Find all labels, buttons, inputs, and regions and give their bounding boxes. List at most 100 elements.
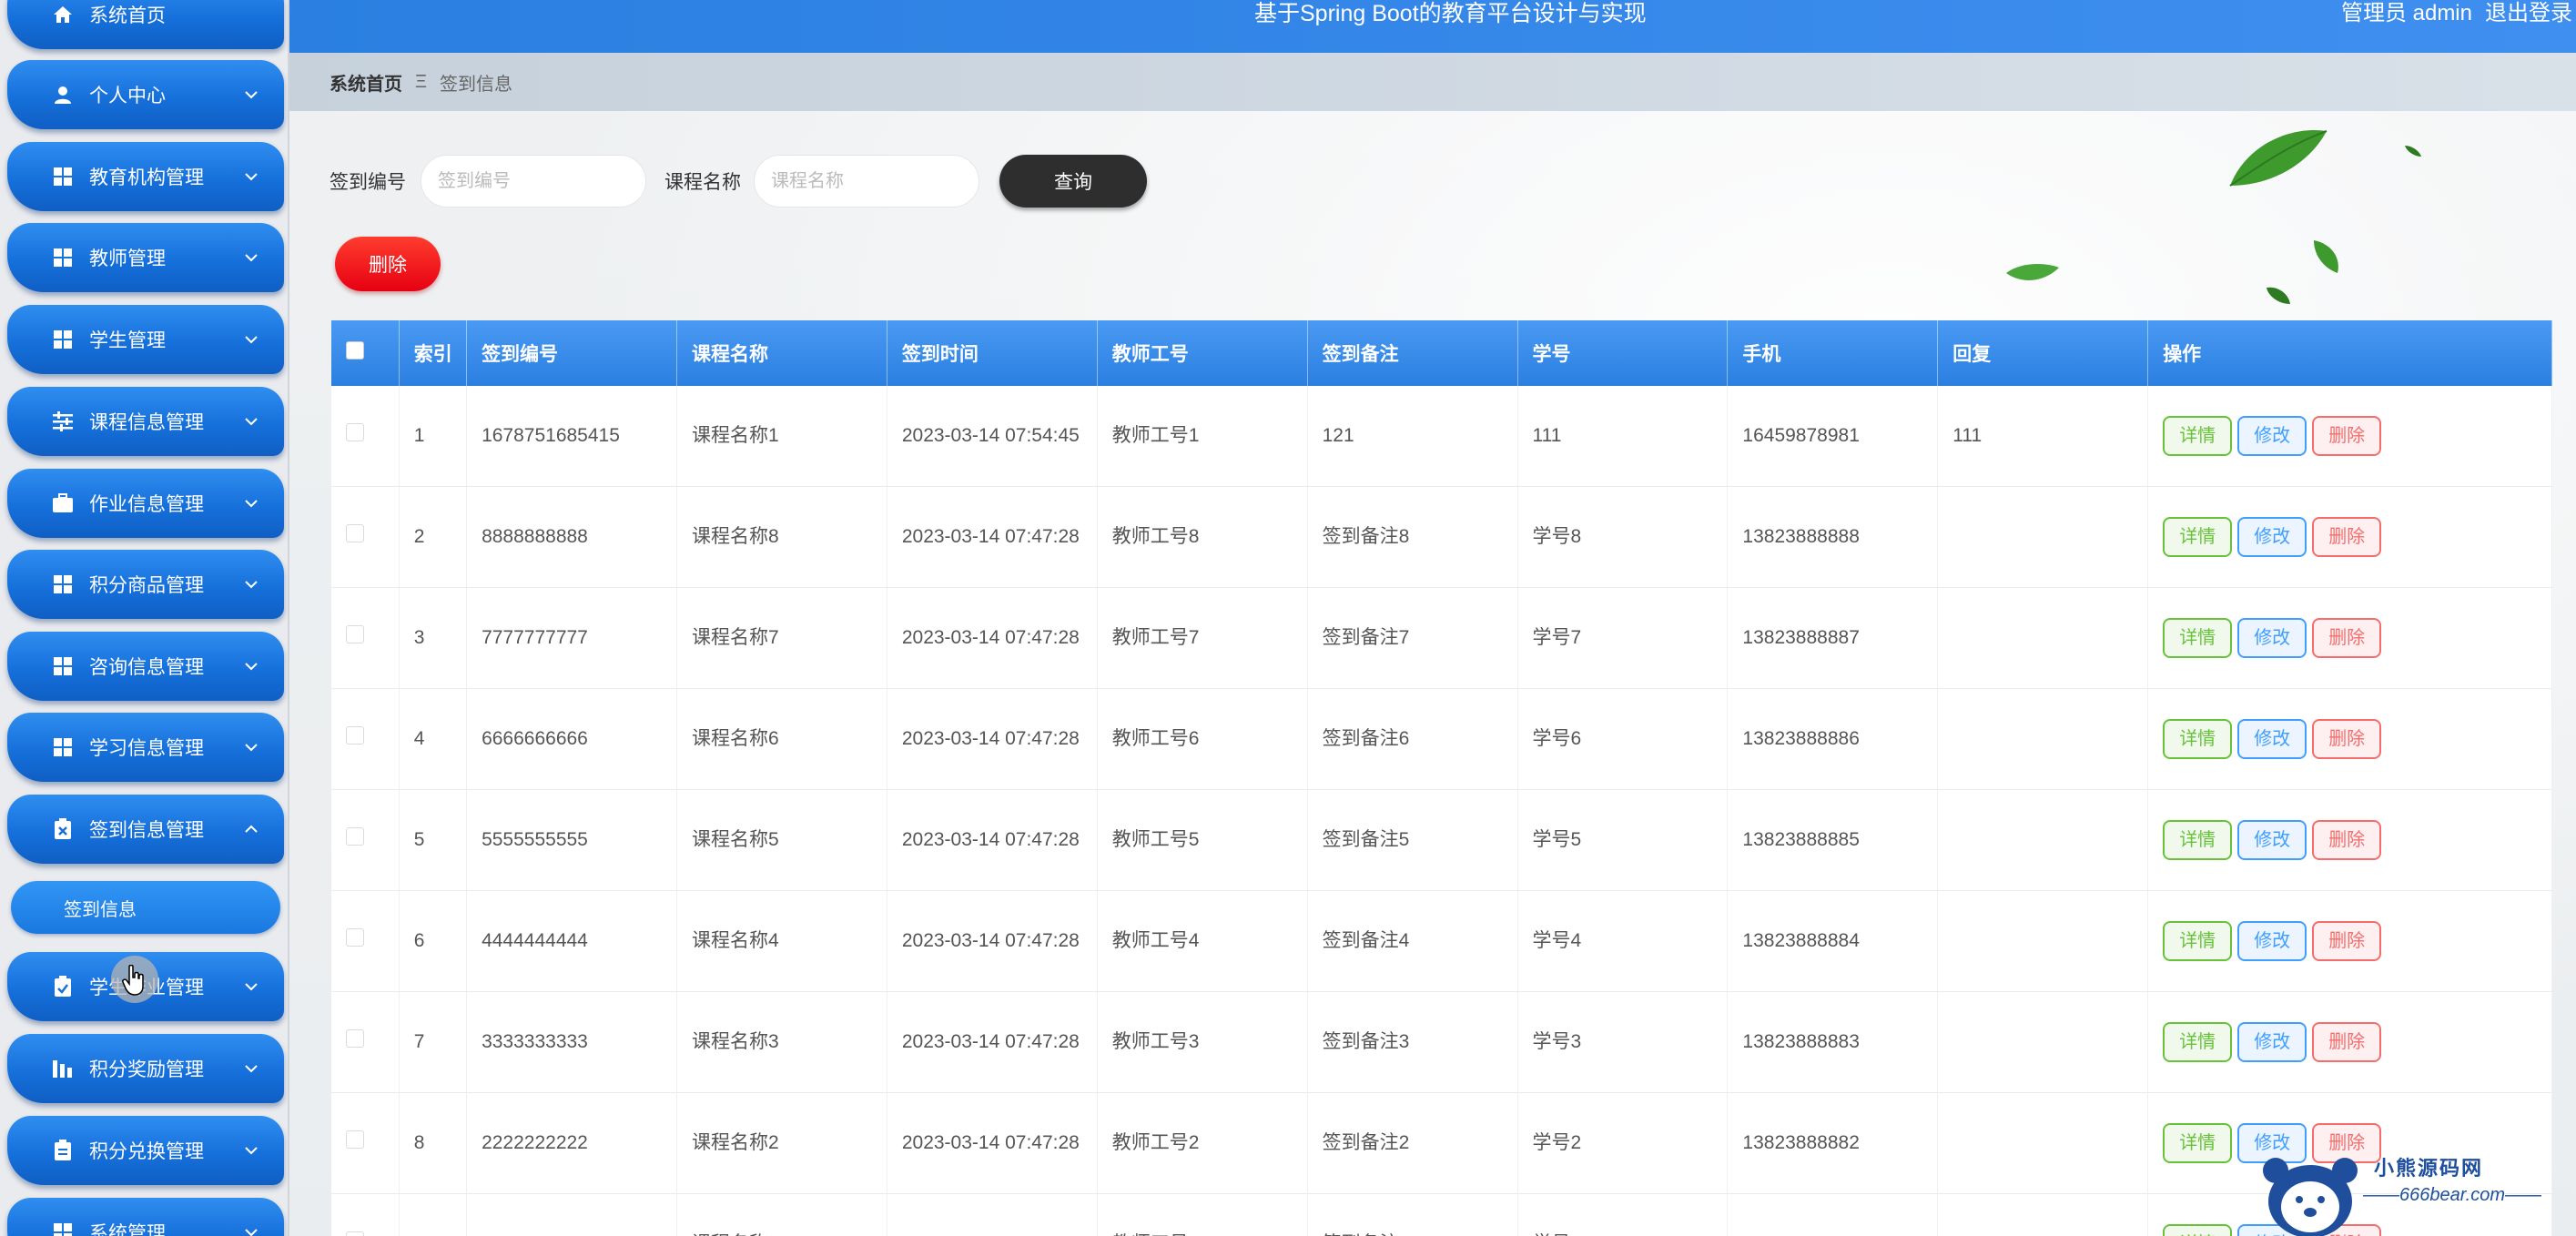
detail-button[interactable]: 详情 [2163, 517, 2233, 557]
cell-time: 2023-03-14 07:47:28 [887, 890, 1098, 992]
cell-phone: 13823888883 [1727, 991, 1939, 1093]
sidebar-item-teacher[interactable]: 教师管理 [7, 223, 284, 292]
grid-icon [51, 735, 75, 759]
edit-button[interactable]: 修改 [2237, 1022, 2307, 1062]
sidebar-item-points-reward[interactable]: 积分奖励管理 [7, 1034, 284, 1103]
breadcrumb-home[interactable]: 系统首页 [330, 69, 402, 96]
cell-index: 3 [399, 587, 468, 689]
site-title: 基于Spring Boot的教育平台设计与实现 [1254, 1, 1647, 26]
cell-index: 2 [399, 486, 468, 588]
detail-button[interactable]: 详情 [2163, 820, 2233, 860]
sliders-icon [51, 410, 75, 433]
chevron-up-icon [245, 825, 258, 833]
detail-button[interactable]: 详情 [2163, 921, 2233, 961]
row-checkbox[interactable] [346, 524, 364, 542]
cell-phone: 13823888887 [1727, 587, 1939, 689]
delete-button[interactable]: 删除 [2312, 1022, 2382, 1062]
edit-button[interactable]: 修改 [2237, 517, 2307, 557]
column-header: 回复 [1937, 320, 2149, 386]
row-checkbox[interactable] [346, 1029, 364, 1048]
breadcrumb: 系统首页 Ξ 签到信息 [289, 53, 2576, 111]
grid-icon [51, 165, 75, 188]
cell-index: 9 [399, 1193, 468, 1236]
detail-button[interactable]: 详情 [2163, 1022, 2233, 1062]
sidebar-item-homework[interactable]: 作业信息管理 [7, 469, 284, 538]
cell-code: 4444444444 [466, 890, 677, 992]
delete-button[interactable]: 删除 [2312, 416, 2382, 456]
edit-button[interactable]: 修改 [2237, 921, 2307, 961]
sidebar-item-points-goods[interactable]: 积分商品管理 [7, 550, 284, 619]
sidebar-item-consult[interactable]: 咨询信息管理 [7, 632, 284, 701]
cell-note: 签到备注5 [1307, 789, 1518, 891]
cell-student: 学号5 [1517, 789, 1729, 891]
edit-button[interactable]: 修改 [2237, 820, 2307, 860]
sidebar-item-student[interactable]: 学生管理 [7, 305, 284, 374]
row-select-cell [331, 1092, 400, 1194]
sidebar-item-label: 系统首页 [89, 5, 166, 26]
edit-button[interactable]: 修改 [2237, 416, 2307, 456]
cell-reply [1937, 1092, 2149, 1194]
delete-button[interactable]: 删除 [2312, 719, 2382, 759]
cell-note: 签到备注8 [1307, 486, 1518, 588]
edit-button[interactable]: 修改 [2237, 618, 2307, 658]
cell-course: 课程名称2 [676, 1092, 887, 1194]
sidebar-item-institution[interactable]: 教育机构管理 [7, 142, 284, 211]
delete-button[interactable]: 删除 [2312, 921, 2382, 961]
search-code-input[interactable] [421, 155, 646, 208]
search-course-input[interactable] [754, 155, 979, 208]
delete-button[interactable]: 删除 [2312, 820, 2382, 860]
chevron-down-icon [245, 1065, 258, 1073]
delete-button[interactable]: 删除 [2312, 618, 2382, 658]
row-checkbox[interactable] [346, 928, 364, 947]
watermark-url: ——666bear.com—— [2363, 1185, 2541, 1205]
grid-icon [51, 246, 75, 269]
edit-button[interactable]: 修改 [2237, 719, 2307, 759]
row-checkbox[interactable] [346, 726, 364, 745]
chevron-down-icon [245, 173, 258, 181]
cell-student: 学号4 [1517, 890, 1729, 992]
cell-course: 课程名称1 [676, 1193, 887, 1236]
cell-phone: 13823888882 [1727, 1092, 1939, 1194]
cell-teacher: 教师工号3 [1097, 991, 1308, 1093]
sidebar-item-personal-center[interactable]: 个人中心 [7, 60, 284, 129]
cell-course: 课程名称5 [676, 789, 887, 891]
cell-course: 课程名称8 [676, 486, 887, 588]
submenu-item-checkin-info[interactable]: 签到信息 [11, 881, 280, 934]
cell-index: 5 [399, 789, 468, 891]
sidebar-item-label: 教育机构管理 [89, 167, 204, 188]
watermark-logo: 小熊源码网 ——666bear.com—— [2256, 1145, 2576, 1236]
query-button[interactable]: 查询 [999, 155, 1147, 208]
bulk-delete-button[interactable]: 删除 [335, 237, 441, 291]
sidebar-item-checkin[interactable]: 签到信息管理 [7, 795, 284, 864]
sidebar-item-study[interactable]: 学习信息管理 [7, 713, 284, 782]
sidebar-item-points-exchange[interactable]: 积分兑换管理 [7, 1116, 284, 1185]
home-icon [51, 3, 75, 26]
table-row: 3 7777777777 课程名称7 2023-03-14 07:47:28 教师工号7… [331, 587, 2552, 689]
chevron-down-icon [245, 744, 258, 752]
top-header: 基于Spring Boot的教育平台设计与实现 管理员 admin 退出登录 [289, 0, 2576, 53]
sidebar-item-home[interactable]: 系统首页 [7, 0, 284, 49]
cell-time: 2023-03-14 07:47:28 [887, 486, 1098, 588]
sidebar-item-label: 作业信息管理 [89, 494, 204, 515]
sidebar-item-system[interactable]: 系统管理 [7, 1198, 284, 1236]
sidebar-item-course[interactable]: 课程信息管理 [7, 387, 284, 456]
detail-button[interactable]: 详情 [2163, 719, 2233, 759]
detail-button[interactable]: 详情 [2163, 416, 2233, 456]
leaf-decoration [2267, 287, 2290, 304]
cell-course: 课程名称3 [676, 991, 887, 1093]
select-all-checkbox[interactable] [346, 341, 364, 360]
detail-button[interactable]: 详情 [2163, 1224, 2233, 1236]
row-checkbox[interactable] [346, 1231, 364, 1236]
row-checkbox[interactable] [346, 423, 364, 441]
row-select-cell [331, 688, 400, 790]
detail-button[interactable]: 详情 [2163, 618, 2233, 658]
column-header: 课程名称 [676, 320, 887, 386]
sidebar-item-label: 个人中心 [89, 86, 166, 106]
delete-button[interactable]: 删除 [2312, 517, 2382, 557]
detail-button[interactable]: 详情 [2163, 1123, 2233, 1163]
row-checkbox[interactable] [346, 1130, 364, 1149]
row-checkbox[interactable] [346, 827, 364, 846]
row-checkbox[interactable] [346, 625, 364, 643]
logout-link[interactable]: 退出登录 [2485, 1, 2572, 25]
checkin-table: 索引 签到编号 课程名称 签到时间 教师工号 签到备注 学号 手机 回复 操作 … [331, 320, 2552, 1236]
